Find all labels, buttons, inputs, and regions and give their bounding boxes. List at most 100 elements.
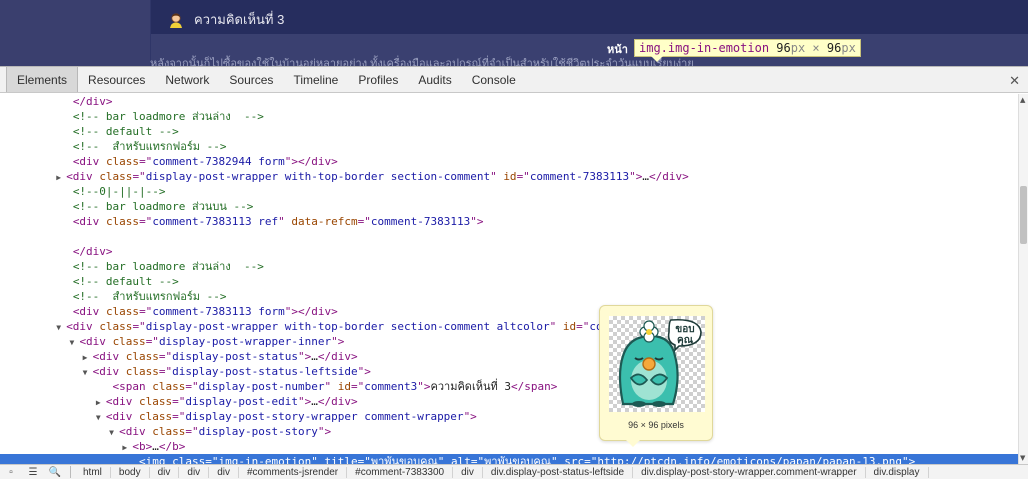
tab-resources[interactable]: Resources <box>78 67 155 92</box>
code-token: comment-7383113 ref <box>152 215 279 228</box>
src-link[interactable]: http://ptcdn.info/emoticons/papan/papan-… <box>597 455 902 464</box>
code-token: <div <box>105 410 140 423</box>
preview-dimensions: 96 × 96 pixels <box>628 420 684 430</box>
code-token: display-post-status <box>172 350 299 363</box>
vertical-scrollbar[interactable]: ▲ ▼ <box>1018 94 1028 464</box>
code-token: =" <box>584 455 598 464</box>
code-token: class <box>105 305 140 318</box>
preview-image: ขอบ คุณ <box>609 316 705 412</box>
code-token: <div <box>105 395 140 408</box>
breadcrumb-item[interactable]: div.display-post-status-leftside <box>483 466 634 478</box>
breadcrumb-item[interactable]: #comment-7383300 <box>347 466 454 478</box>
comment-title: ความคิดเห็นที่ 3 <box>194 12 285 27</box>
collapse-triangle-icon[interactable]: ▼ <box>109 425 119 440</box>
tab-network[interactable]: Network <box>155 67 219 92</box>
collapse-triangle-icon[interactable]: ▼ <box>56 320 66 335</box>
code-token: =" <box>132 170 146 183</box>
breadcrumb-item[interactable]: div <box>209 466 239 478</box>
dom-node-line[interactable]: ▶ <div class="display-post-wrapper with-t… <box>0 169 1018 184</box>
code-token: class <box>112 335 146 348</box>
dom-node-line[interactable]: </div> <box>0 94 1018 109</box>
code-token: <div <box>66 170 100 183</box>
dom-node-line[interactable]: ▶ <div class="display-post-status">…</div… <box>0 349 1018 364</box>
scroll-down-icon[interactable]: ▼ <box>1020 454 1025 462</box>
breadcrumb-item[interactable]: div <box>150 466 180 478</box>
breadcrumb-item[interactable]: div <box>179 466 210 478</box>
code-token: class <box>125 365 159 378</box>
expand-triangle-icon[interactable]: ▶ <box>56 170 66 185</box>
code-token: class <box>152 380 186 393</box>
selected-dom-node[interactable]: <img class="img-in-emotion" title="พาพัน… <box>0 454 1018 464</box>
dom-node-line[interactable]: <!-- bar loadmore ส่วนล่าง --> <box>0 109 1018 124</box>
dom-node-line[interactable]: <span class="display-post-number" id="co… <box>0 379 1018 394</box>
tab-elements[interactable]: Elements <box>6 67 79 92</box>
breadcrumb-item[interactable]: div <box>453 466 483 478</box>
code-token: <!-- สำหรับแทรกฟอร์ม --> <box>72 140 227 153</box>
tooltip-width-unit: px <box>790 41 806 55</box>
code-token: class <box>99 170 133 183</box>
dom-node-line[interactable] <box>0 229 1018 244</box>
breadcrumb-item[interactable]: div.display <box>866 466 929 478</box>
code-token: comment3 <box>364 380 418 393</box>
code-token: display-post-number <box>198 380 325 393</box>
code-token: src <box>564 455 585 464</box>
dom-node-line[interactable]: ▼ <div class="display-post-wrapper with-t… <box>0 319 1018 334</box>
dom-node-line[interactable]: </div> <box>0 244 1018 259</box>
tab-console[interactable]: Console <box>462 67 526 92</box>
code-token: <img <box>139 455 173 464</box>
breadcrumb-item[interactable]: html <box>75 466 111 478</box>
code-token: </div> <box>72 245 113 258</box>
sticker-text-2: คุณ <box>677 335 694 346</box>
dom-node-line[interactable]: <div class="comment-7383113 ref" data-re… <box>0 214 1018 229</box>
dom-node-line[interactable]: ▶ <div class="display-post-edit">…</div> <box>0 394 1018 409</box>
dom-node-line[interactable]: <!-- สำหรับแทรกฟอร์ม --> <box>0 289 1018 304</box>
breadcrumb-item[interactable]: div.display-post-story-wrapper.comment-w… <box>633 466 866 478</box>
dom-node-line[interactable]: ▼ <div class="display-post-status-leftsid… <box>0 364 1018 379</box>
dom-node-line[interactable]: <!--0|-||-|--> <box>0 184 1018 199</box>
breadcrumb-item[interactable]: #comments-jsrender <box>239 466 348 478</box>
elements-tree[interactable]: </div> <!-- bar loadmore ส่วนล่าง --> <!--… <box>0 94 1018 464</box>
collapse-triangle-icon[interactable]: ▼ <box>96 410 106 425</box>
collapse-triangle-icon[interactable]: ▼ <box>83 365 93 380</box>
dom-node-line[interactable]: <!-- default --> <box>0 274 1018 289</box>
close-icon[interactable]: ✕ <box>1009 73 1020 89</box>
dom-node-line[interactable]: <!-- default --> <box>0 124 1018 139</box>
tab-sources[interactable]: Sources <box>219 67 283 92</box>
dom-node-line[interactable]: <!-- bar loadmore ส่วนล่าง --> <box>0 259 1018 274</box>
expand-triangle-icon[interactable]: ▶ <box>83 350 93 365</box>
scroll-up-icon[interactable]: ▲ <box>1020 96 1025 104</box>
console-drawer-icon[interactable]: ☰ <box>22 467 44 478</box>
code-token: =" <box>139 215 153 228</box>
dom-node-line[interactable]: <!-- bar loadmore ส่วนบน --> <box>0 199 1018 214</box>
search-icon[interactable]: 🔍 <box>44 467 66 478</box>
scrollbar-thumb[interactable] <box>1020 186 1027 244</box>
code-token: =" <box>132 320 146 333</box>
expand-triangle-icon[interactable]: ▶ <box>96 395 106 410</box>
devtools-tabbar: Elements Resources Network Sources Timeline P… <box>0 66 1028 93</box>
code-token: comment-7382944 form <box>152 155 285 168</box>
code-token: =" <box>158 350 173 363</box>
image-preview-popover: ขอบ คุณ 96 × 96 pixels <box>599 305 713 447</box>
dom-node-line[interactable]: ▼ <div class="display-post-story-wrapper … <box>0 409 1018 424</box>
code-token: <!-- สำหรับแทรกฟอร์ม --> <box>72 290 227 303</box>
dom-node-line[interactable]: <div class="comment-7382944 form"></div> <box>0 154 1018 169</box>
code-token: id <box>562 320 577 333</box>
code-token: display-post-story <box>198 425 318 438</box>
dom-node-line[interactable]: ▶ <b>…</b> <box>0 439 1018 454</box>
breadcrumb-item[interactable]: body <box>111 466 150 478</box>
tab-audits[interactable]: Audits <box>408 67 461 92</box>
dom-node-line[interactable]: ▼ <div class="display-post-story"> <box>0 424 1018 439</box>
code-token: "> <box>417 380 431 393</box>
tooltip-height: 96 <box>826 41 842 55</box>
dom-node-line[interactable]: <!-- สำหรับแทรกฟอร์ม --> <box>0 139 1018 154</box>
dock-icon[interactable]: ▫ <box>0 467 22 478</box>
collapse-triangle-icon[interactable]: ▼ <box>69 335 79 350</box>
dom-node-line[interactable]: <div class="comment-7383113 form"></div> <box>0 304 1018 319</box>
code-token: =" <box>185 380 199 393</box>
tooltip-width: 96 <box>776 41 791 55</box>
dom-node-line[interactable]: ▼ <div class="display-post-wrapper-inner"… <box>0 334 1018 349</box>
code-token: data-refcm <box>291 215 358 228</box>
tab-profiles[interactable]: Profiles <box>348 67 408 92</box>
expand-triangle-icon[interactable]: ▶ <box>122 440 132 455</box>
tab-timeline[interactable]: Timeline <box>283 67 348 92</box>
